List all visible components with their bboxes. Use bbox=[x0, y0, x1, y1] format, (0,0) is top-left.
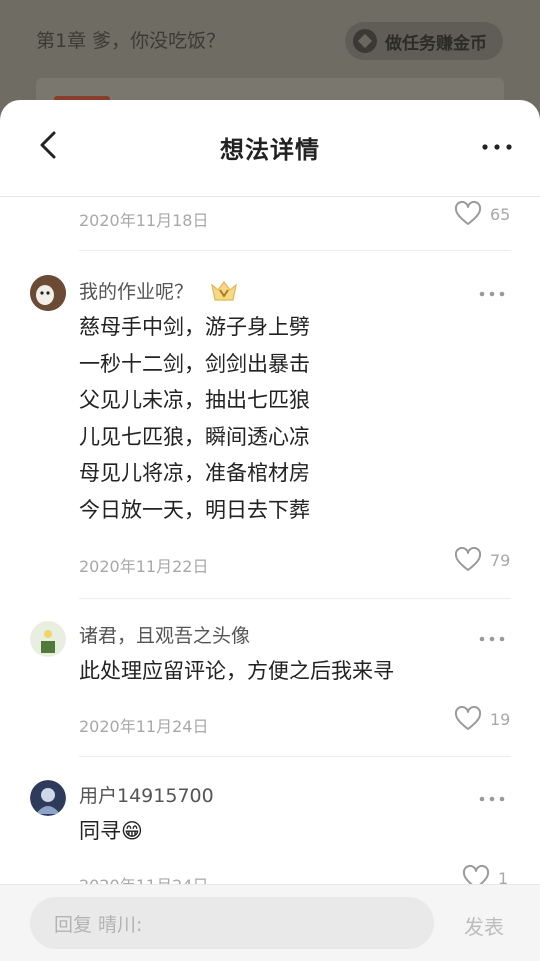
comment-text: 此处理应留评论，方便之后我来寻 bbox=[79, 659, 394, 683]
comment-more-icon[interactable] bbox=[478, 635, 506, 643]
reply-input[interactable]: 回复 晴川: bbox=[30, 897, 434, 949]
like-count: 1 bbox=[498, 868, 509, 886]
like-button[interactable]: 65 bbox=[454, 201, 510, 227]
task-coins-button[interactable]: 做任务赚金币 bbox=[345, 22, 503, 60]
reply-placeholder: 回复 晴川: bbox=[54, 913, 143, 936]
divider bbox=[79, 598, 511, 599]
heart-icon bbox=[454, 547, 482, 571]
username[interactable]: 用户14915700 bbox=[79, 781, 214, 808]
comment-date: 2020年11月24日 bbox=[79, 717, 209, 736]
like-button[interactable]: 19 bbox=[454, 706, 510, 732]
comment-more-icon[interactable] bbox=[478, 290, 506, 298]
heart-icon bbox=[454, 706, 482, 730]
sheet-title: 想法详情 bbox=[220, 136, 320, 164]
reply-bar: 回复 晴川: 发表 bbox=[0, 884, 540, 961]
like-button[interactable]: 1 bbox=[462, 865, 508, 885]
poem-line: 慈母手中剑，游子身上劈 bbox=[79, 315, 310, 339]
poem-line: 父见儿未凉，抽出七匹狼 bbox=[79, 388, 310, 412]
like-count: 79 bbox=[490, 550, 511, 570]
username[interactable]: 我的作业呢？ bbox=[79, 277, 193, 304]
comment-text: 同寻😁 bbox=[79, 819, 143, 843]
heart-icon bbox=[462, 865, 490, 885]
divider bbox=[79, 250, 511, 251]
comment-date: 2020年11月22日 bbox=[79, 557, 209, 576]
comment-text: 慈母手中剑，游子身上劈 一秒十二剑，剑剑出暴击 父见儿未凉，抽出七匹狼 儿见七匹… bbox=[79, 309, 310, 528]
username[interactable]: 诸君，且观吾之头像 bbox=[79, 621, 250, 648]
poem-line: 母见儿将凉，准备棺材房 bbox=[79, 461, 310, 485]
divider bbox=[79, 756, 511, 757]
more-horizontal-icon[interactable] bbox=[480, 136, 514, 158]
like-count: 19 bbox=[490, 709, 511, 729]
publish-button[interactable]: 发表 bbox=[464, 911, 504, 940]
poem-line: 儿见七匹狼，瞬间透心凉 bbox=[79, 424, 310, 449]
poem-line: 一秒十二剑，剑剑出暴击 bbox=[79, 351, 310, 376]
comment-more-icon[interactable] bbox=[478, 795, 506, 803]
task-coins-label: 做任务赚金币 bbox=[385, 33, 487, 54]
avatar[interactable] bbox=[30, 275, 66, 311]
avatar[interactable] bbox=[30, 621, 66, 657]
chapter-title: 第1章 爹，你没吃饭？ bbox=[36, 30, 226, 52]
crown-v-badge-icon bbox=[211, 281, 237, 301]
post-date: 2020年11月18日 bbox=[79, 211, 209, 230]
like-button[interactable]: 79 bbox=[454, 547, 510, 573]
like-count: 65 bbox=[490, 204, 511, 224]
avatar[interactable] bbox=[30, 780, 66, 816]
thought-detail-sheet: 想法详情 2020年11月18日 65 我的作业呢？ 慈母手中剑，游子身上劈 一… bbox=[0, 100, 540, 960]
heart-icon bbox=[454, 201, 482, 225]
coin-icon bbox=[353, 29, 377, 53]
comment-list[interactable]: 2020年11月18日 65 我的作业呢？ 慈母手中剑，游子身上劈 一秒十二剑，… bbox=[0, 197, 540, 885]
sheet-header: 想法详情 bbox=[0, 100, 540, 197]
poem-line: 今日放一天，明日去下葬 bbox=[79, 497, 310, 522]
